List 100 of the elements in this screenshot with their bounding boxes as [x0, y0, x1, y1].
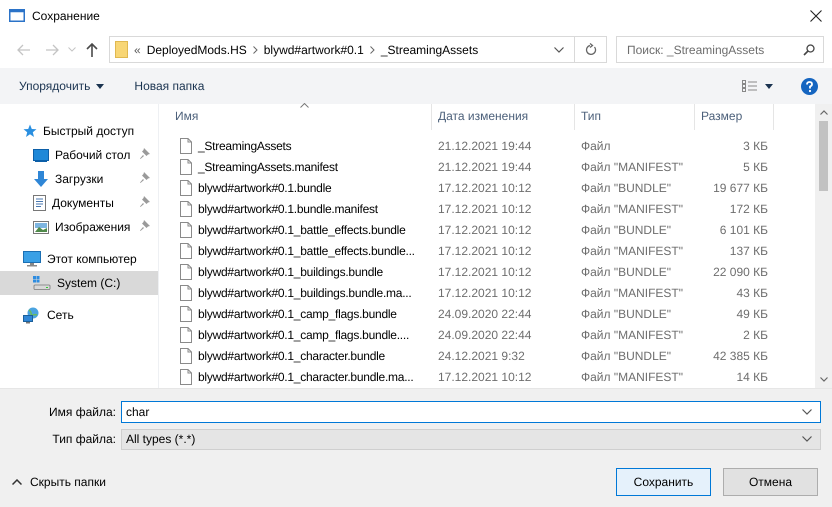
table-cell-text: 17.12.2021 10:12	[437, 202, 532, 216]
field-label: Тип файла:	[51, 432, 117, 446]
pin-icon[interactable]	[140, 220, 150, 231]
file-icon	[180, 180, 192, 196]
file-icon	[180, 200, 192, 216]
chevron-up-icon[interactable]	[12, 479, 22, 485]
table-cell-text: Файл	[580, 138, 612, 152]
table-cell-text: 17.12.2021 10:12	[437, 286, 532, 300]
pin-icon[interactable]	[140, 172, 150, 183]
window-title: Сохранение	[32, 8, 100, 22]
chevron-right-icon[interactable]	[252, 46, 258, 54]
caret-icon[interactable]	[96, 84, 104, 88]
table-cell-text: Файл "MANIFEST"	[580, 328, 684, 342]
table-cell-text: 42 385 КБ	[712, 348, 769, 362]
sidebar-item[interactable]: Рабочий стол	[0, 143, 158, 167]
file-name[interactable]: blywd#artwork#0.1_character.bundle.ma...	[198, 370, 414, 384]
chevron-down-icon	[554, 46, 564, 52]
table-cell-text: Файл "MANIFEST"	[580, 286, 684, 300]
down-arrow-icon	[33, 171, 49, 187]
pin-icon[interactable]	[140, 148, 150, 159]
file-name[interactable]: blywd#artwork#0.1_battle_effects.bundle	[198, 222, 406, 236]
help-icon[interactable]	[801, 78, 818, 94]
table-cell-text: 3 КБ	[742, 138, 769, 152]
table-cell-text: 49 КБ	[735, 306, 769, 320]
table-cell-text: 17.12.2021 10:12	[437, 222, 532, 236]
sidebar-item[interactable]: Изображения	[0, 215, 158, 239]
table-cell-text: Файл "BUNDLE"	[580, 264, 672, 278]
up-arrow-icon[interactable]	[86, 42, 98, 56]
close-icon[interactable]	[810, 10, 822, 22]
file-name[interactable]: blywd#artwork#0.1_battle_effects.bundle...	[198, 244, 415, 258]
desktop-icon	[33, 148, 49, 162]
breadcrumb[interactable]: blywd#artwork#0.1	[264, 42, 364, 56]
organize-button[interactable]: Упорядочить	[9, 75, 114, 97]
sidebar-item[interactable]: Загрузки	[0, 167, 158, 191]
table-cell-text: Файл "MANIFEST"	[580, 244, 684, 258]
scroll-thumb[interactable]	[819, 121, 828, 191]
column-header[interactable]: Дата изменения	[432, 104, 575, 130]
pin-icon[interactable]	[140, 196, 150, 207]
table-cell-text: 6 101 КБ	[718, 222, 769, 236]
file-type-dropdown[interactable]: All types (*.*)	[121, 428, 821, 450]
table-cell-text: 172 КБ	[728, 202, 769, 216]
table-cell-text: Файл "MANIFEST"	[580, 370, 684, 384]
file-name-field[interactable]: char	[121, 401, 821, 423]
chevron-right-icon[interactable]	[370, 46, 375, 54]
column-header[interactable]: Размер	[695, 104, 774, 130]
table-cell-text: 21.12.2021 19:44	[437, 138, 532, 152]
table-cell-text: 24.09.2020 22:44	[437, 328, 532, 342]
column-header[interactable]: Тип	[575, 104, 695, 130]
file-icon	[180, 222, 192, 238]
table-cell-text: Файл "MANIFEST"	[580, 202, 684, 216]
file-name[interactable]: _StreamingAssets.manifest	[198, 160, 338, 174]
save-button[interactable]: Сохранить	[616, 468, 711, 496]
file-name-input[interactable]: char	[126, 405, 802, 419]
file-icon	[180, 264, 192, 280]
file-name[interactable]: _StreamingAssets	[198, 138, 292, 152]
sidebar-item[interactable]: Документы	[0, 191, 158, 215]
table-cell-text: 137 КБ	[728, 244, 769, 258]
search-field[interactable]: Поиск: _StreamingAssets	[616, 36, 824, 63]
file-name[interactable]: blywd#artwork#0.1_character.bundle	[198, 348, 385, 362]
table-cell-text: 17.12.2021 10:12	[437, 244, 532, 258]
file-icon	[180, 306, 192, 322]
search-input[interactable]: Поиск: _StreamingAssets	[625, 42, 803, 58]
new-folder-button[interactable]: Новая папка	[124, 75, 214, 97]
scrollbar[interactable]	[815, 104, 832, 388]
cancel-button[interactable]: Отмена	[723, 468, 818, 496]
details-view-icon[interactable]	[742, 80, 757, 92]
overflow-chevrons[interactable]: «	[134, 42, 141, 56]
drive-icon	[33, 276, 51, 290]
field-label: Имя файла:	[48, 405, 117, 419]
table-cell-text: 24.09.2020 22:44	[437, 306, 532, 320]
breadcrumb[interactable]: _StreamingAssets	[380, 42, 478, 56]
file-name[interactable]: blywd#artwork#0.1.bundle.manifest	[198, 202, 378, 216]
scroll-up-icon[interactable]	[820, 110, 828, 115]
refresh-icon[interactable]	[584, 43, 596, 56]
search-icon[interactable]	[803, 44, 815, 56]
sidebar-item[interactable]: Этот компьютер	[0, 247, 158, 271]
file-name[interactable]: blywd#artwork#0.1_camp_flags.bundle....	[198, 328, 410, 342]
sidebar-item[interactable]: Сеть	[0, 303, 158, 327]
table-cell-text: 17.12.2021 10:12	[437, 370, 532, 384]
file-name[interactable]: blywd#artwork#0.1.bundle	[198, 180, 332, 194]
file-icon	[180, 242, 192, 258]
folder-icon	[115, 41, 128, 58]
table-cell-text: Файл "BUNDLE"	[580, 348, 672, 362]
column-header[interactable]: Имя	[169, 104, 432, 130]
hide-folders-button[interactable]: Скрыть папки	[12, 475, 106, 489]
sidebar-item[interactable]: System (C:)	[0, 271, 158, 295]
table-cell-text: 24.12.2021 9:32	[437, 348, 526, 362]
address-bar[interactable]: « DeployedMods.HS blywd#artwork#0.1 _StreamingAssets	[109, 36, 607, 63]
sidebar-item[interactable]: Быстрый доступ	[0, 119, 158, 143]
caret-icon[interactable]	[765, 84, 773, 88]
table-cell-text: 14 КБ	[735, 370, 769, 384]
file-name[interactable]: blywd#artwork#0.1_buildings.bundle	[198, 264, 383, 278]
chevron-down-icon[interactable]	[802, 436, 812, 442]
table-cell-text: 43 КБ	[735, 286, 769, 300]
scroll-down-icon[interactable]	[820, 377, 828, 382]
image-icon	[33, 220, 49, 234]
file-name[interactable]: blywd#artwork#0.1_buildings.bundle.ma...	[198, 286, 412, 300]
file-name[interactable]: blywd#artwork#0.1_camp_flags.bundle	[198, 306, 397, 320]
file-icon	[180, 158, 192, 174]
breadcrumb[interactable]: DeployedMods.HS	[146, 42, 247, 56]
